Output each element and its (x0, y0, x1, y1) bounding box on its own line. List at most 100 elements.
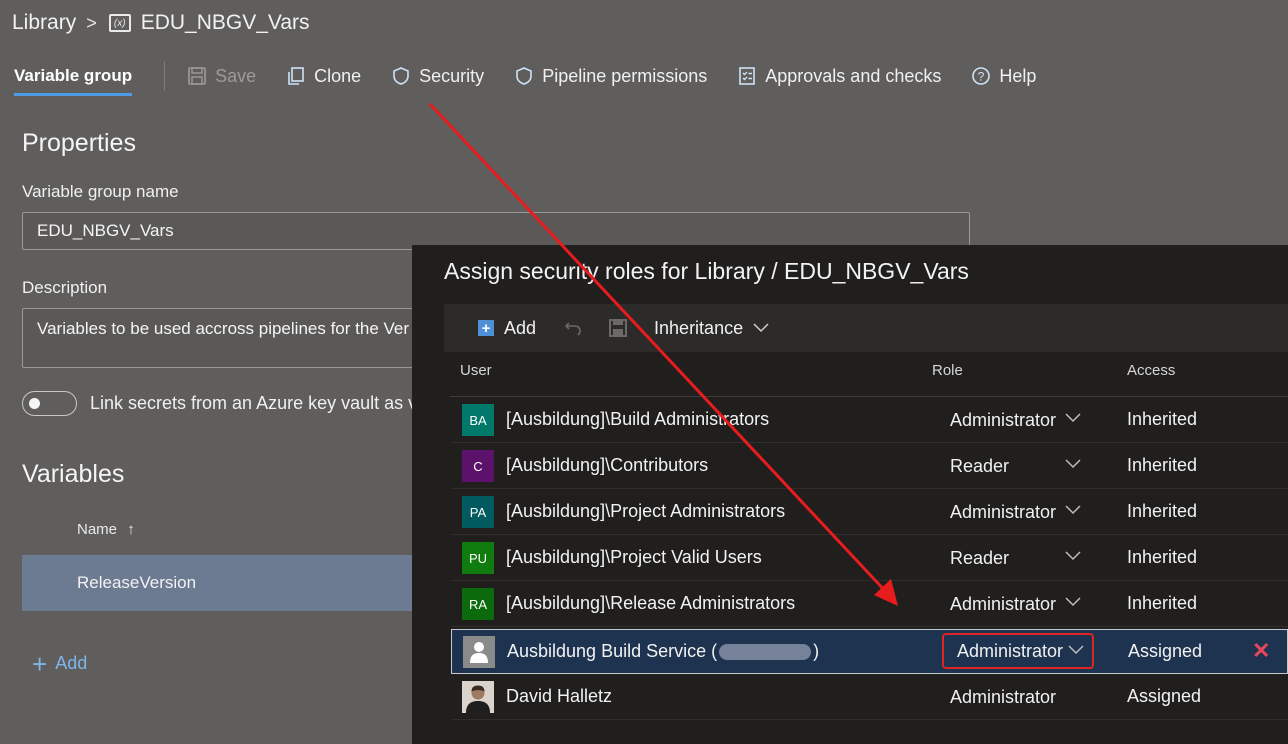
group-avatar: BA (462, 404, 494, 436)
toolbar-divider (164, 61, 166, 91)
save-button[interactable]: Save (187, 66, 256, 87)
sort-ascending-icon: ↑ (127, 521, 135, 538)
role-column-header: Role (932, 362, 963, 379)
role-row[interactable]: RA [Ausbildung]\Release Administrators A… (451, 581, 1288, 627)
svg-text:?: ? (978, 70, 985, 84)
user-name: [Ausbildung]\Build Administrators (506, 409, 770, 429)
inheritance-label: Inheritance (654, 317, 744, 338)
role-value: Reader (950, 547, 1010, 568)
security-roles-dialog: Assign security roles for Library / EDU_… (412, 245, 1288, 744)
add-variable-label: Add (55, 653, 88, 673)
user-name: David Halletz (506, 686, 613, 706)
person-photo-icon (462, 681, 494, 713)
tab-variable-group[interactable]: Variable group (14, 56, 133, 96)
add-role-button[interactable]: + Add (478, 318, 536, 339)
role-dropdown[interactable]: Administrator (937, 586, 1089, 622)
delete-icon[interactable]: ✕ (1252, 638, 1270, 664)
chevron-down-icon (1065, 413, 1081, 423)
name-column-header[interactable]: Name ↑ (77, 521, 135, 538)
undo-button[interactable] (564, 319, 582, 337)
role-row[interactable]: PU [Ausbildung]\Project Valid Users Read… (451, 535, 1288, 581)
access-column-header: Access (1127, 362, 1176, 379)
role-row[interactable]: BA [Ausbildung]\Build Administrators Adm… (451, 397, 1288, 443)
toggle-knob (29, 398, 40, 409)
user-name-prefix: Ausbildung Build Service ( (507, 641, 718, 661)
group-avatar: C (462, 450, 494, 482)
shield-icon (516, 67, 532, 85)
undo-icon (564, 322, 581, 336)
role-value: Administrator (950, 409, 1057, 430)
role-dropdown[interactable]: Administrator (937, 402, 1089, 438)
group-avatar: PA (462, 496, 494, 528)
help-button[interactable]: ? Help (971, 66, 1036, 87)
role-value: Administrator (950, 501, 1057, 522)
chevron-down-icon (753, 323, 769, 333)
role-value: Administrator (957, 640, 1064, 661)
save-icon (188, 67, 206, 85)
approvals-and-checks-button[interactable]: Approvals and checks (737, 66, 941, 87)
role-dropdown[interactable]: Administrator (937, 494, 1089, 530)
variable-group-icon: (x) (108, 14, 131, 32)
role-row-selected[interactable]: Ausbildung Build Service () Administrato… (451, 629, 1288, 674)
breadcrumb-library-link[interactable]: Library (12, 11, 76, 35)
variables-title: Variables (22, 460, 125, 488)
role-dropdown[interactable]: Reader (937, 448, 1089, 484)
chevron-down-icon (1065, 505, 1081, 515)
clone-label: Clone (314, 65, 362, 86)
pipeline-permissions-label: Pipeline permissions (542, 65, 708, 86)
role-row[interactable]: C [Ausbildung]\Contributors Reader Inher… (451, 443, 1288, 489)
variable-row[interactable]: ReleaseVersion (22, 555, 422, 611)
add-icon: + (478, 320, 494, 336)
toolbar: Variable group Save Clone Security Pipel… (0, 56, 1288, 96)
page-title: EDU_NBGV_Vars (140, 11, 310, 34)
access-value: Inherited (1127, 547, 1198, 567)
access-value: Inherited (1127, 409, 1198, 429)
role-dropdown[interactable]: Administrator (937, 679, 1089, 715)
variable-group-name-label: Variable group name (22, 182, 179, 201)
clone-button[interactable]: Clone (286, 66, 361, 87)
user-name: [Ausbildung]\Project Valid Users (506, 547, 762, 567)
access-value: Inherited (1127, 455, 1198, 475)
user-name: Ausbildung Build Service () (507, 641, 819, 662)
user-name: [Ausbildung]\Project Administrators (506, 501, 786, 521)
keyvault-toggle[interactable] (22, 391, 77, 416)
access-value: Inherited (1127, 501, 1198, 521)
role-row[interactable]: David Halletz Administrator Assigned (451, 674, 1288, 720)
chevron-down-icon (1065, 459, 1081, 469)
save-label: Save (215, 65, 257, 86)
add-variable-button[interactable]: + Add (32, 648, 88, 679)
properties-title: Properties (22, 129, 136, 157)
role-value: Administrator (950, 686, 1057, 707)
checklist-icon (739, 67, 756, 85)
chevron-down-icon (1065, 551, 1081, 561)
pipeline-permissions-button[interactable]: Pipeline permissions (514, 66, 707, 87)
help-icon: ? (972, 67, 991, 85)
role-value: Reader (950, 455, 1010, 476)
plus-icon: + (32, 648, 48, 679)
user-name: [Ausbildung]\Release Administrators (506, 593, 796, 613)
dialog-title: Assign security roles for Library / EDU_… (444, 258, 969, 284)
variable-name: ReleaseVersion (77, 573, 197, 592)
user-name: [Ausbildung]\Contributors (506, 455, 709, 475)
description-label: Description (22, 278, 108, 297)
role-dropdown[interactable]: Administrator (942, 633, 1094, 669)
group-avatar: RA (462, 588, 494, 620)
security-button[interactable]: Security (391, 66, 484, 87)
description-input[interactable]: Variables to be used accross pipelines f… (22, 308, 422, 368)
user-column-header: User (460, 362, 492, 379)
user-icon (470, 642, 488, 663)
name-header-label: Name (77, 521, 118, 538)
access-value: Assigned (1127, 686, 1202, 706)
role-dropdown[interactable]: Reader (937, 540, 1089, 576)
role-row[interactable]: PA [Ausbildung]\Project Administrators A… (451, 489, 1288, 535)
approvals-and-checks-label: Approvals and checks (765, 65, 942, 86)
save-roles-button[interactable] (608, 318, 628, 338)
inheritance-dropdown[interactable]: Inheritance (654, 318, 769, 339)
role-value: Administrator (950, 593, 1057, 614)
user-name-suffix: ) (813, 641, 820, 661)
security-label: Security (419, 65, 485, 86)
access-value: Assigned (1128, 641, 1203, 661)
user-photo-avatar (462, 681, 494, 713)
breadcrumb: Library > (x) EDU_NBGV_Vars (12, 9, 310, 37)
breadcrumb-separator: > (86, 12, 97, 33)
